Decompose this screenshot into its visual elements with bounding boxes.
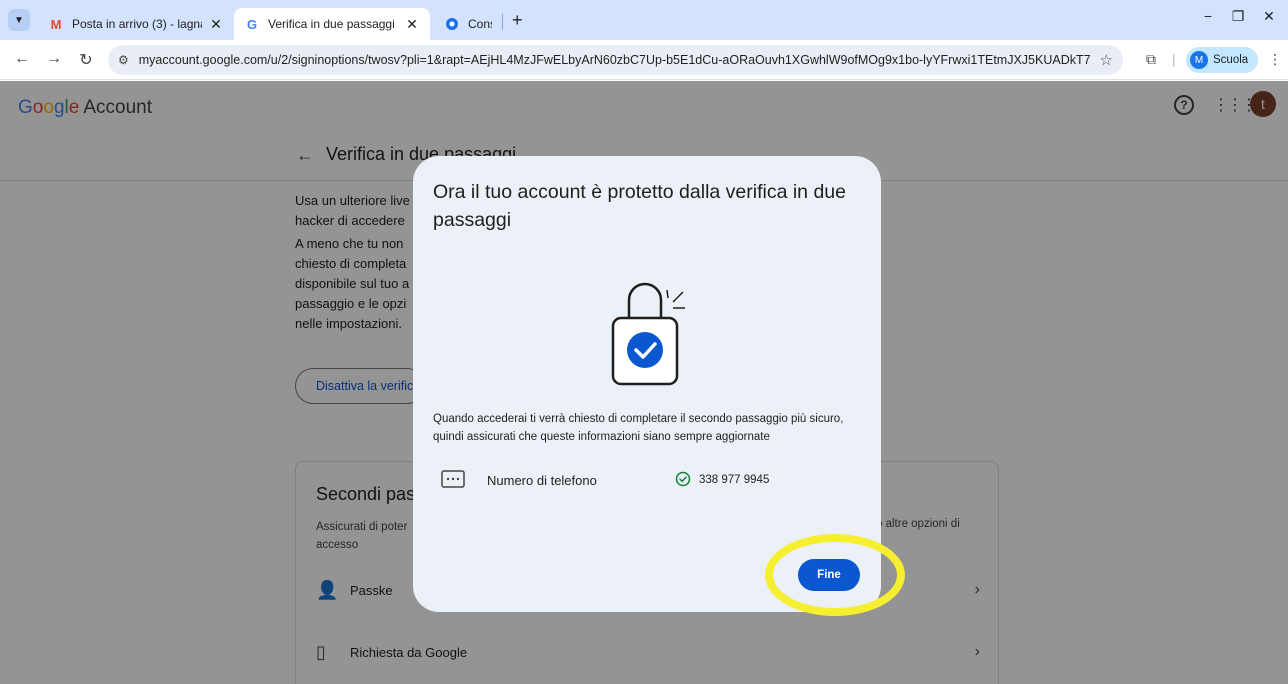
profile-label: Scuola [1213,54,1249,66]
minimize-icon[interactable]: − [1193,8,1223,24]
browser-toolbar: ← → ↻ ⚙ myaccount.google.com/u/2/signino… [0,40,1288,80]
more-menu-icon[interactable]: ⋮ [1268,51,1282,68]
restore-icon[interactable]: ❐ [1223,8,1253,25]
lock-check-icon [607,268,707,388]
message-dots-icon [441,470,465,488]
gmail-icon: M [50,16,62,32]
toolbar-divider: | [1172,51,1176,67]
done-button[interactable]: Fine [798,559,860,591]
tab-title: Console di amministrazione - S [468,17,492,31]
tab-gmail[interactable]: M Posta in arrivo (3) - lagna.marco ✕ [38,8,234,40]
success-dialog: Ora il tuo account è protetto dalla veri… [413,156,881,612]
close-icon[interactable]: ✕ [404,16,420,33]
address-bar[interactable]: ⚙ myaccount.google.com/u/2/signinoptions… [108,45,1123,75]
profile-avatar: M [1190,51,1208,69]
bookmark-star-icon[interactable]: ☆ [1100,51,1113,69]
tab-admin-console[interactable]: Console di amministrazione - S [434,8,502,40]
dialog-description: Quando accederai ti verrà chiesto di com… [433,413,844,443]
tab-verifica[interactable]: G Verifica in due passaggi ✕ [234,8,430,40]
extensions-icon[interactable]: ⧉ [1146,51,1156,68]
tab-title: Verifica in due passaggi [268,17,395,31]
browser-tab-bar: ▼ M Posta in arrivo (3) - lagna.marco ✕ … [0,0,1288,40]
new-tab-button[interactable]: + [512,10,523,31]
forward-arrow-icon[interactable]: → [44,50,64,68]
google-g-icon: G [246,16,258,32]
close-icon[interactable]: ✕ [208,16,224,33]
window-close-icon[interactable]: ✕ [1254,8,1284,25]
phone-info-row: Numero di telefono 338 977 9945 [441,466,861,494]
dialog-title: Ora il tuo account è protetto dalla veri… [433,181,846,231]
phone-label: Numero di telefono [487,472,597,488]
tab-separator [502,14,503,30]
back-arrow-icon[interactable]: ← [12,50,32,68]
profile-button[interactable]: M Scuola [1186,47,1259,73]
reload-icon[interactable]: ↻ [76,50,96,70]
site-info-icon[interactable]: ⚙ [118,53,129,67]
check-circle-icon [675,471,691,487]
phone-number: 338 977 9945 [699,474,770,486]
tab-title: Posta in arrivo (3) - lagna.marco [72,17,202,31]
admin-console-icon [444,16,460,32]
url-text[interactable]: myaccount.google.com/u/2/signinoptions/t… [139,53,1090,67]
tab-search-chevron-icon[interactable]: ▼ [8,9,30,31]
